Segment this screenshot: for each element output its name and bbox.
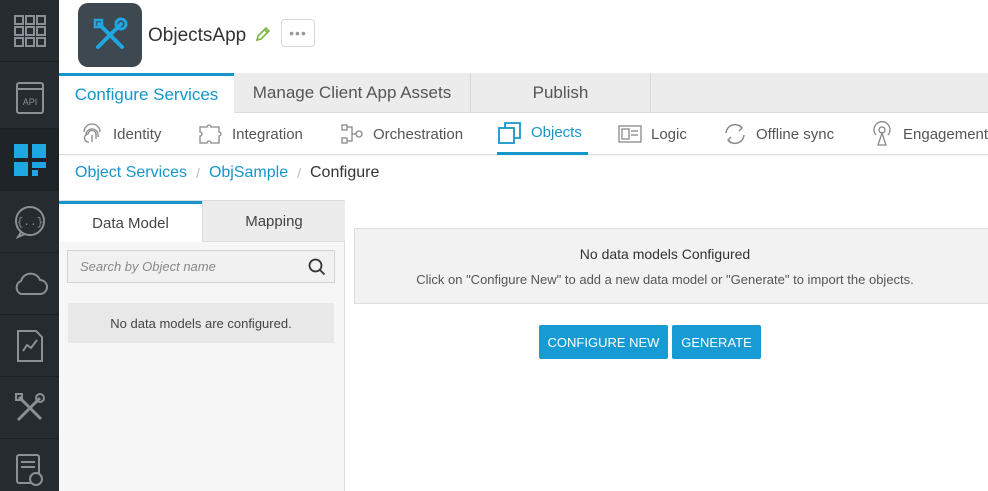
analytics-doc-icon [16,329,43,362]
breadcrumb-object-services[interactable]: Object Services [75,164,187,182]
svg-text:API: API [22,97,37,107]
subtab-orchestration[interactable]: Orchestration [339,113,463,155]
rail-item-api[interactable]: API [0,67,59,129]
rail-item-cloud[interactable] [0,253,59,315]
pencil-icon[interactable] [255,26,271,42]
generate-button[interactable]: GENERATE [672,325,761,359]
object-search-box [67,250,335,283]
search-icon[interactable] [308,258,326,276]
app-header: ObjectsApp ••• [59,0,988,73]
svg-text:{..}: {..} [16,217,42,229]
breadcrumb-current: Configure [309,164,380,181]
grid-apps-icon [13,14,46,47]
rail-item-messaging[interactable]: {..} [0,191,59,253]
subtab-objects[interactable]: Objects [497,113,588,155]
tab-configure-services[interactable]: Configure Services [59,73,234,113]
tab-mapping[interactable]: Mapping [202,201,345,242]
subtab-logic[interactable]: Logic [617,113,687,155]
subtab-offline-sync-label: Offline sync [756,125,835,143]
empty-data-models-message: No data models are configured. [68,303,334,343]
rail-item-apps[interactable] [0,0,59,62]
tools-icon [14,392,45,421]
tab-data-model[interactable]: Data Model [59,201,202,242]
more-options-button[interactable]: ••• [281,19,315,47]
subtab-identity[interactable]: Identity [79,113,161,155]
subtab-integration[interactable]: Integration [198,113,303,155]
breadcrumb-separator: / [297,165,301,181]
logic-icon [617,121,643,147]
object-search-input[interactable] [68,251,298,282]
breadcrumb: Object Services / ObjSample / Configure [75,164,379,182]
configure-new-button[interactable]: CONFIGURE NEW [539,325,668,359]
broadcast-icon [869,121,895,147]
app-name: ObjectsApp [148,25,247,46]
subtab-integration-label: Integration [232,125,303,143]
breadcrumb-separator: / [196,165,200,181]
subtab-orchestration-label: Orchestration [373,125,464,143]
data-model-panel: Data Model Mapping No data models are co… [59,200,345,491]
empty-state-message: Click on "Configure New" to add a new da… [416,272,914,287]
breadcrumb-objsample[interactable]: ObjSample [209,164,288,182]
dashboard-tiles-icon [13,143,46,176]
subtab-offline-sync[interactable]: Offline sync [722,113,834,155]
rail-item-dashboard[interactable] [0,129,59,191]
subtab-engagement-label: Engagement [903,125,988,143]
chat-bubble-icon: {..} [14,205,45,239]
subtab-objects-label: Objects [531,124,582,141]
report-icon [15,454,43,486]
tab-manage-client-app-assets[interactable]: Manage Client App Assets [234,73,471,113]
rail-item-reports[interactable] [0,439,59,491]
wrench-screwdriver-icon [93,17,128,49]
left-nav-rail: API {..} [0,0,59,491]
subtab-logic-label: Logic [651,125,687,143]
main-tabs: Configure Services Manage Client App Ass… [59,73,988,113]
empty-state-box: No data models Configured Click on "Conf… [354,228,988,304]
tab-publish[interactable]: Publish [471,73,651,113]
empty-state-title: No data models Configured [579,246,751,262]
cloud-icon [15,272,48,295]
api-icon: API [15,81,44,114]
objects-icon [497,120,523,146]
puzzle-icon [198,121,224,147]
app-logo [78,3,142,67]
sync-icon [722,121,748,147]
fingerprint-icon [79,121,105,147]
service-sub-tabs: Identity Integration Orchestration Objec… [59,113,988,155]
rail-item-analytics[interactable] [0,315,59,377]
subtab-identity-label: Identity [113,125,162,143]
subtab-engagement[interactable]: Engagement [869,113,988,155]
flow-icon [339,121,365,147]
rail-item-tools[interactable] [0,377,59,439]
